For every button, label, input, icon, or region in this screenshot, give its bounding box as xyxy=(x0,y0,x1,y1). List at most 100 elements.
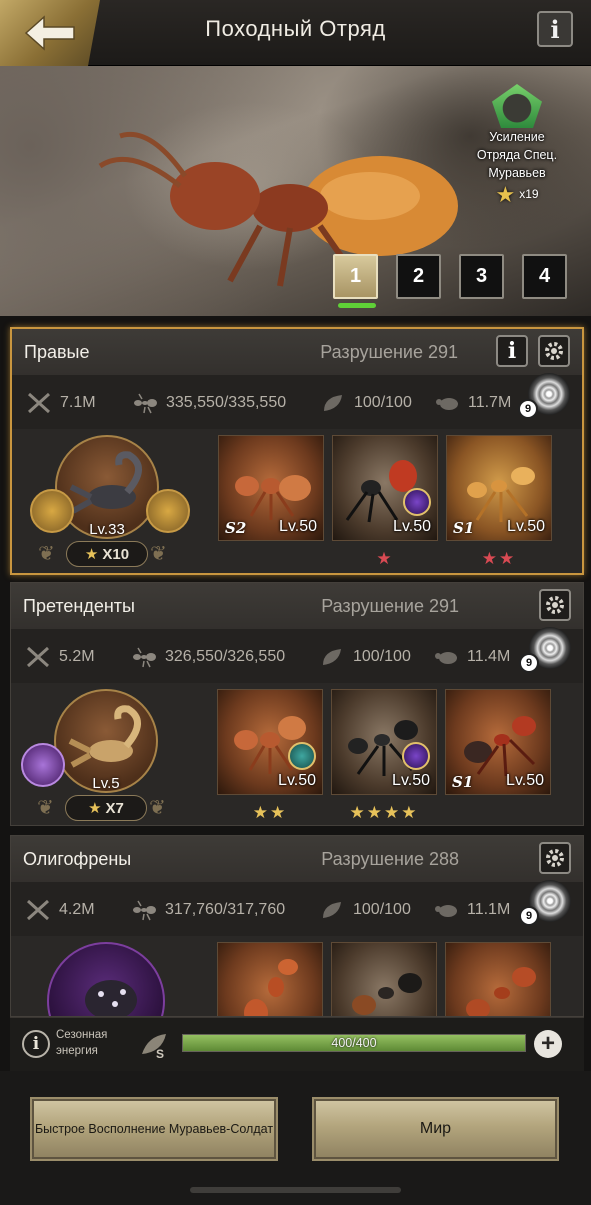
destruction-label: Разрушение 291 xyxy=(321,596,459,616)
leaf-icon xyxy=(323,649,341,665)
boost-count: ★ x19 xyxy=(495,182,539,207)
energy-progress: 400/400 xyxy=(182,1034,526,1052)
svg-text:S: S xyxy=(156,1047,164,1061)
flourish-left: ❦ xyxy=(37,797,54,819)
squad-name: Правые xyxy=(24,342,90,362)
info-button[interactable]: i xyxy=(537,11,573,47)
ant-unit-icon xyxy=(244,959,298,1016)
commander-slot[interactable]: Lv.5 ❦ ★ X7 ❦ xyxy=(21,689,191,829)
attack-stat: 7.1M xyxy=(26,391,96,415)
commander-slot[interactable]: Lv.33 ❦ ★ X10 ❦ xyxy=(22,435,192,575)
power-stat: 11.4M xyxy=(433,645,510,669)
food-stat: 100/100 xyxy=(319,645,411,669)
energy-ant-icon: S xyxy=(142,1034,166,1061)
tab-squad-2[interactable]: 2 xyxy=(396,254,441,299)
leaf-icon xyxy=(324,395,342,411)
squad-settings-button[interactable] xyxy=(539,842,571,874)
food-stat: 100/100 xyxy=(320,391,412,415)
pet-right xyxy=(146,489,190,533)
unit-level: Lv.50 xyxy=(393,518,431,535)
squad-settings-button[interactable] xyxy=(538,335,570,367)
unit-emblem-icon xyxy=(402,742,430,770)
squad-tabs: 1 2 3 4 xyxy=(333,254,567,299)
energy-info-button[interactable]: i xyxy=(22,1030,50,1058)
unit-emblem-icon xyxy=(288,742,316,770)
unit-cards: Lv.50 ★★ Lv.50 ★★★★ S1 Lv.50 xyxy=(217,689,551,822)
unit-card[interactable]: Lv.50 xyxy=(331,689,437,795)
ant-icon xyxy=(133,900,156,921)
beetle-icon xyxy=(435,652,457,664)
commander-slot[interactable] xyxy=(21,942,191,1016)
unit-card[interactable]: Lv.50 xyxy=(217,689,323,795)
squad-header: Правые Разрушение 291 291 i xyxy=(12,329,582,375)
destruction-label: Разрушение 291 xyxy=(320,342,458,362)
squad-stats: 5.2M 326,550/326,550 100/100 11.4M 9 xyxy=(11,627,583,683)
unit-stars: ★★★★ xyxy=(349,803,419,822)
squad-panel-1[interactable]: Правые Разрушение 291 291 i 7.1M 335,550… xyxy=(10,327,584,575)
seasonal-energy-bar: i Сезонная энергия S 400/400 + xyxy=(10,1017,584,1071)
squad-banner: Усиление Отряда Спец. Муравьев ★ x19 1 2 … xyxy=(0,66,591,316)
squad-panel-2[interactable]: Претенденты Разрушение 291 291 5.2M 326,… xyxy=(10,582,584,826)
active-tab-indicator xyxy=(338,303,376,308)
star-icon: ★ xyxy=(84,546,99,563)
squad-name: Олигофрены xyxy=(23,849,132,869)
commander-level: Lv.33 xyxy=(89,521,125,538)
power-stat: 11.7M xyxy=(434,391,511,415)
star-icon: ★ xyxy=(88,800,102,817)
ant-icon xyxy=(134,393,157,414)
skill-level-badge: 9 xyxy=(518,399,538,419)
unit-rank: S1 xyxy=(453,519,475,537)
unit-card[interactable] xyxy=(331,942,437,1016)
unit-card[interactable]: Lv.50 xyxy=(332,435,438,541)
commander-star-badge: ★ X7 xyxy=(65,795,147,821)
unit-level: Lv.50 xyxy=(506,772,544,789)
beetle-icon xyxy=(436,398,458,410)
boost-gem-icon xyxy=(492,84,542,128)
flourish-right: ❦ xyxy=(150,543,167,565)
unit-card[interactable] xyxy=(445,942,551,1016)
swirl-skill-icon[interactable]: 9 xyxy=(519,880,571,926)
quick-refill-button[interactable]: Быстрое Восполнение Муравьев-Солдат xyxy=(30,1097,278,1161)
squad-body: Lv.33 ❦ ★ X10 ❦ S2 Lv.50 Lv.50 ★ S1 Lv.5… xyxy=(12,429,582,579)
special-ant-boost[interactable]: Усиление Отряда Спец. Муравьев ★ x19 xyxy=(461,84,573,208)
unit-stars: ★★ xyxy=(252,803,288,822)
ant-unit-icon xyxy=(466,967,536,1016)
squad-panel-3[interactable]: Олигофрены Разрушение 288 288 4.2M 317,7… xyxy=(10,835,584,1017)
gear-icon xyxy=(546,849,564,867)
squad-header: Претенденты Разрушение 291 291 xyxy=(11,583,583,629)
tab-squad-4[interactable]: 4 xyxy=(522,254,567,299)
unit-emblem-icon xyxy=(403,488,431,516)
ant-count-stat: 326,550/326,550 xyxy=(131,645,285,669)
tab-squad-1[interactable]: 1 xyxy=(333,254,378,299)
ant-icon xyxy=(133,647,156,668)
squad-settings-button[interactable] xyxy=(539,589,571,621)
skill-level-badge: 9 xyxy=(519,653,539,673)
boost-label-3: Муравьев xyxy=(488,166,546,180)
gear-icon xyxy=(545,342,563,360)
top-bar: Походный Отряд i xyxy=(0,0,591,66)
home-indicator[interactable] xyxy=(190,1187,401,1193)
unit-level: Lv.50 xyxy=(278,772,316,789)
squad-body: Lv.5 ❦ ★ X7 ❦ Lv.50 ★★ Lv.50 ★★★★ S1 Lv.… xyxy=(11,683,583,833)
add-energy-button[interactable]: + xyxy=(534,1030,562,1058)
swirl-skill-icon[interactable]: 9 xyxy=(519,627,571,673)
tab-squad-3[interactable]: 3 xyxy=(459,254,504,299)
squad-stats: 7.1M 335,550/335,550 100/100 11.7M 9 xyxy=(12,373,582,429)
unit-card[interactable]: S2 Lv.50 xyxy=(218,435,324,541)
attack-stat: 4.2M xyxy=(25,898,95,922)
squad-stats: 4.2M 317,760/317,760 100/100 11.1M 9 xyxy=(11,880,583,936)
unit-card[interactable]: S1 Lv.50 xyxy=(446,435,552,541)
boost-label-1: Усиление xyxy=(489,130,545,144)
swirl-skill-icon[interactable]: 9 xyxy=(518,373,570,419)
crossed-swords-icon xyxy=(26,899,50,921)
energy-value: 400/400 xyxy=(331,1036,377,1050)
squad-header: Олигофрены Разрушение 288 288 xyxy=(11,836,583,882)
unit-card[interactable] xyxy=(217,942,323,1016)
flourish-left: ❦ xyxy=(38,543,55,565)
squad-body xyxy=(11,936,583,1016)
world-button[interactable]: Мир xyxy=(312,1097,559,1161)
squad-info-button[interactable]: i xyxy=(496,335,528,367)
unit-card[interactable]: S1 Lv.50 xyxy=(445,689,551,795)
beetle-icon xyxy=(435,905,457,917)
boost-label-2: Отряда Спец. xyxy=(476,148,558,162)
